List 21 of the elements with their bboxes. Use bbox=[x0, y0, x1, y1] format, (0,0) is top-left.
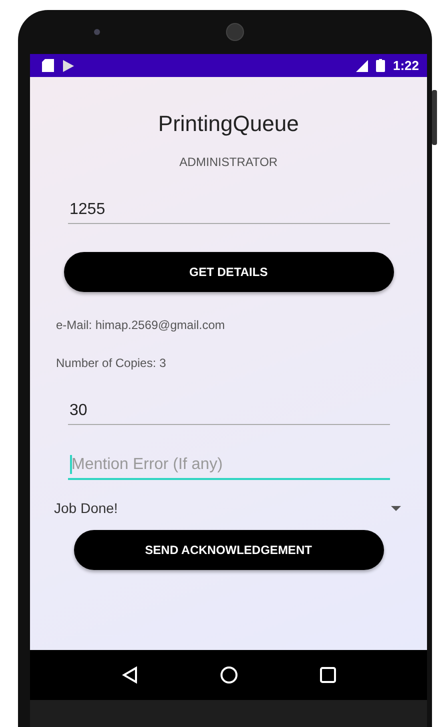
side-button-icon bbox=[432, 90, 437, 145]
signal-icon bbox=[354, 60, 368, 72]
dropdown-value[interactable]: Job Done! bbox=[54, 500, 118, 516]
input-field[interactable]: 1255 bbox=[68, 195, 390, 224]
sensor-icon bbox=[94, 29, 100, 35]
sd-card-icon bbox=[42, 59, 54, 72]
action-button[interactable]: SEND ACKNOWLEDGEMENT bbox=[74, 530, 384, 570]
dropdown-arrow-icon[interactable] bbox=[391, 506, 401, 510]
app-title: PrintingQueue bbox=[158, 111, 299, 137]
camera-icon bbox=[226, 23, 244, 41]
info-text: Number of Copies: 3 bbox=[56, 356, 166, 370]
info-text: e-Mail: himap.2569@gmail.com bbox=[56, 318, 225, 332]
input-field[interactable]: 30 bbox=[68, 396, 390, 425]
back-icon[interactable] bbox=[120, 666, 139, 684]
play-icon bbox=[62, 60, 74, 72]
action-button[interactable]: GET DETAILS bbox=[64, 252, 394, 292]
recents-icon[interactable] bbox=[320, 667, 336, 683]
home-icon[interactable] bbox=[220, 666, 238, 684]
role-label: ADMINISTRATOR bbox=[179, 155, 278, 169]
battery-icon bbox=[376, 59, 385, 72]
status-time: 1:22 bbox=[392, 58, 419, 73]
